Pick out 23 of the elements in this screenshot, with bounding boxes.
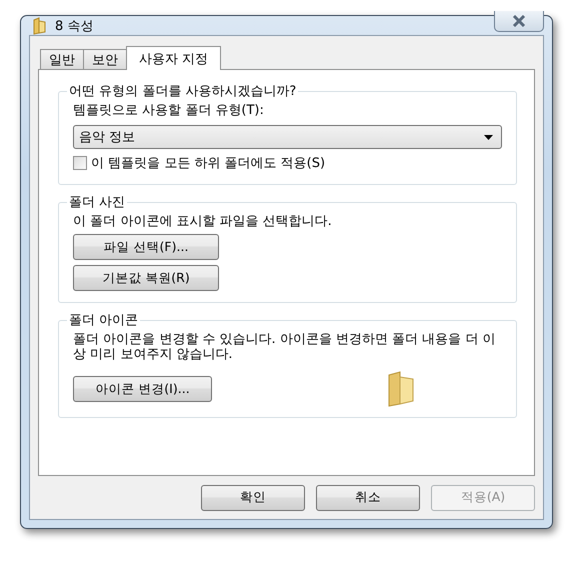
tab[interactable]: 일반	[40, 49, 84, 69]
folder-icon	[386, 371, 416, 407]
description-text: 폴더 아이콘을 변경할 수 있습니다. 아이콘을 변경하면 폴더 내용을 더 이상 미리 보여주지 않습니다.	[73, 332, 496, 362]
tab[interactable]: 보안	[83, 49, 127, 69]
dialog-button[interactable]: 취소	[316, 484, 420, 510]
folder-type-dropdown[interactable]: 음악 정보	[73, 125, 502, 149]
dialog-button[interactable]: 아이콘 변경(I)...	[73, 376, 212, 402]
tab[interactable]: 사용자 지정	[126, 46, 222, 70]
description-text: 이 폴더 아이콘에 표시할 파일을 선택합니다.	[73, 214, 333, 229]
folder-icon	[33, 16, 47, 34]
dropdown-arrow-icon	[484, 134, 493, 140]
close-icon	[512, 15, 526, 27]
close-button[interactable]	[494, 11, 544, 32]
window-title: 8 속성	[55, 18, 94, 34]
dialog-button[interactable]: 파일 선택(F)...	[73, 234, 219, 260]
checkbox-label: 이 템플릿을 모든 하위 폴더에도 적용(S)	[91, 155, 326, 172]
description-text: 템플릿으로 사용할 폴더 유형(T):	[73, 103, 265, 118]
checkbox[interactable]	[73, 156, 87, 170]
dialog-button[interactable]: 확인	[201, 484, 305, 510]
group-title: 폴더 아이콘	[68, 312, 140, 329]
group-title: 폴더 사진	[68, 194, 126, 211]
group-title: 어떤 유형의 폴더를 사용하시겠습니까?	[68, 83, 298, 100]
dialog-button[interactable]: 기본값 복원(R)	[73, 265, 219, 291]
